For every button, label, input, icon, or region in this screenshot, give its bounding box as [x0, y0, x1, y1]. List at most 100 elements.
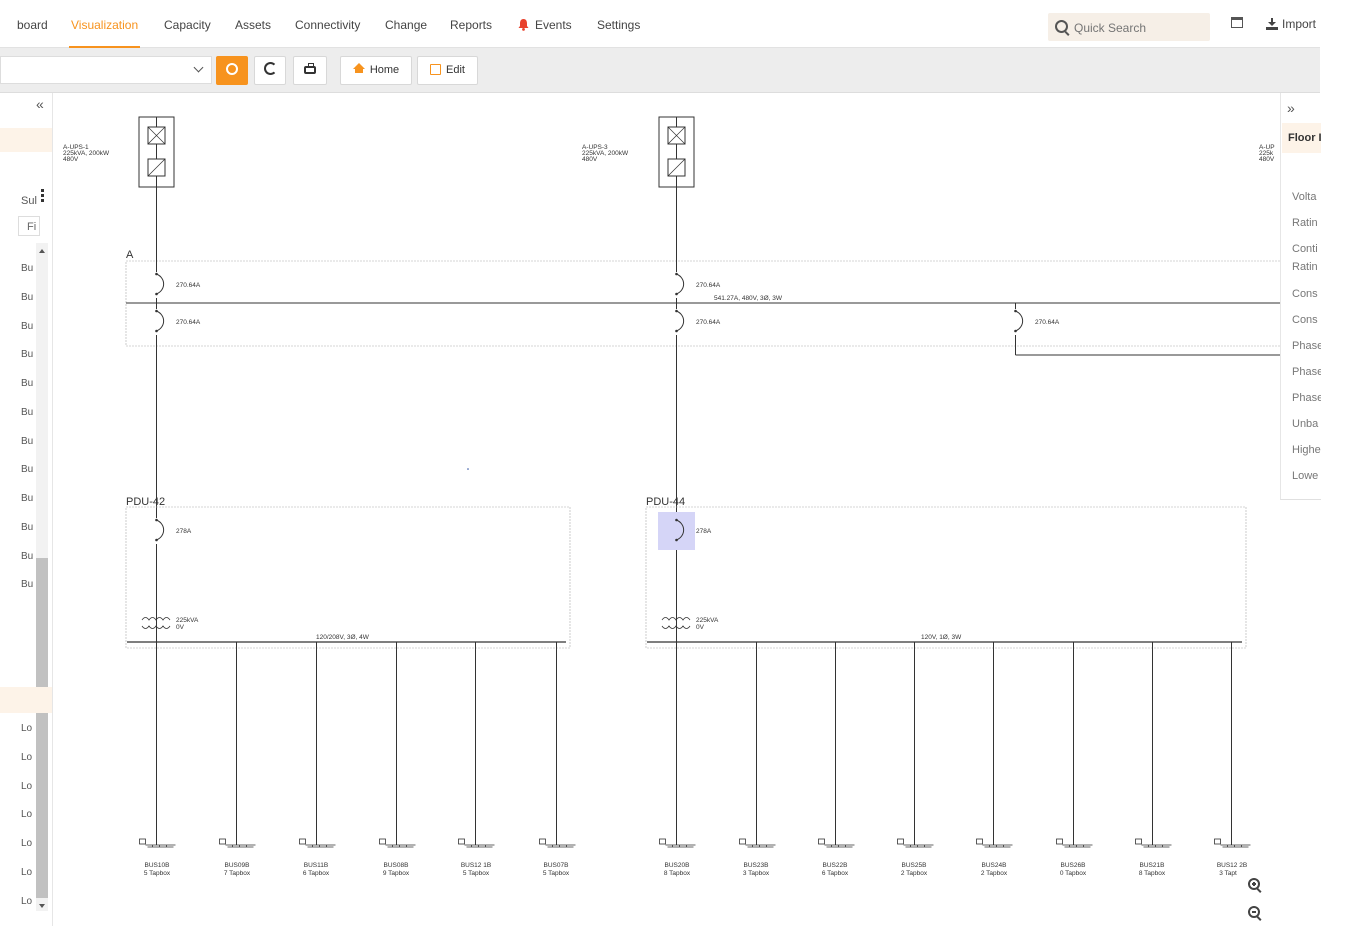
import-label: Import: [1282, 17, 1317, 31]
quick-search[interactable]: [1048, 13, 1210, 41]
bus-name: BUS23B: [744, 862, 769, 869]
list-item[interactable]: Lo: [21, 723, 32, 734]
search-icon: [1055, 20, 1068, 33]
list-item[interactable]: Lo: [21, 896, 32, 907]
ups-symbol[interactable]: [138, 116, 175, 188]
nav-settings[interactable]: Settings: [597, 18, 640, 32]
left-panel-header: [0, 128, 52, 152]
nav-reports[interactable]: Reports: [450, 18, 492, 32]
right-panel-header: Floor I: [1282, 123, 1321, 153]
zoom-in-button[interactable]: [1242, 873, 1267, 898]
list-item[interactable]: Bu: [21, 263, 33, 274]
print-button[interactable]: [293, 56, 327, 85]
list-item[interactable]: Bu: [21, 551, 33, 562]
edit-label: Edit: [446, 64, 465, 76]
bus-tapbox-count: 8 Tapbox: [664, 870, 691, 877]
bus-name: BUS25B: [902, 862, 927, 869]
breaker-symbol[interactable]: [670, 272, 685, 298]
pdu-box[interactable]: [645, 506, 1247, 649]
ups-voltage: 480V: [582, 156, 598, 163]
bus-tapbox-count: 2 Tapbox: [981, 870, 1008, 877]
bus-name: BUS20B: [665, 862, 690, 869]
nav-visualization[interactable]: Visualization: [68, 18, 141, 48]
tapbox-symbols: [139, 838, 1251, 848]
pdu-box[interactable]: [125, 506, 571, 649]
selected-highlight: [658, 512, 695, 550]
bus-tapbox-count: 6 Tapbox: [822, 870, 849, 877]
import-button[interactable]: Import: [1266, 17, 1316, 31]
left-scrollbar[interactable]: [36, 243, 48, 911]
one-line-diagram[interactable]: A-UPS-1 225kVA, 200kW 480V A-UPS-3 225kV…: [53, 93, 1280, 926]
diagram-select[interactable]: [0, 56, 212, 84]
pdu-breaker-label: 278A: [176, 528, 192, 535]
edit-button[interactable]: Edit: [417, 56, 478, 85]
top-navigation: board Visualization Capacity Assets Conn…: [0, 0, 1320, 48]
breaker-symbol[interactable]: [670, 309, 685, 335]
scrollbar-thumb[interactable]: [36, 558, 48, 898]
list-item[interactable]: Bu: [21, 579, 33, 590]
list-item[interactable]: Bu: [21, 493, 33, 504]
collapse-left-button[interactable]: «: [36, 96, 44, 112]
property-label: Ratin: [1292, 261, 1318, 273]
property-label: Highe: [1292, 444, 1321, 456]
list-item[interactable]: Lo: [21, 752, 32, 763]
filter-input[interactable]: Fi: [18, 216, 40, 236]
refresh-button[interactable]: [254, 56, 286, 85]
list-item[interactable]: Bu: [21, 378, 33, 389]
pdu-name: PDU-42: [126, 496, 165, 508]
bus-name: BUS08B: [384, 862, 409, 869]
nav-connectivity[interactable]: Connectivity: [295, 18, 360, 32]
list-item[interactable]: Bu: [21, 407, 33, 418]
scroll-up-icon[interactable]: [39, 246, 45, 253]
breaker-label: 270.64A: [696, 282, 721, 289]
list-item[interactable]: Bu: [21, 292, 33, 303]
transformer-rating: 225kVA: [176, 617, 199, 624]
bus-tapbox-count: 5 Tapbox: [543, 870, 570, 877]
scroll-down-icon[interactable]: [39, 904, 45, 911]
search-input[interactable]: [1072, 18, 1206, 38]
nav-events[interactable]: Events: [517, 18, 572, 32]
list-item[interactable]: Bu: [21, 464, 33, 475]
print-icon: [304, 63, 316, 74]
list-item[interactable]: Bu: [21, 349, 33, 360]
nav-events-label: Events: [535, 18, 572, 32]
bus-name: BUS26B: [1061, 862, 1086, 869]
pdu-bus-label: 120V, 1Ø, 3W: [921, 634, 962, 641]
zoom-out-button[interactable]: [1242, 901, 1267, 926]
ups-symbol[interactable]: [658, 116, 695, 188]
nav-dashboard[interactable]: board: [17, 18, 48, 32]
list-item[interactable]: Lo: [21, 781, 32, 792]
list-item[interactable]: Bu: [21, 522, 33, 533]
refresh-icon: [263, 62, 277, 75]
bus-name: BUS24B: [982, 862, 1007, 869]
nav-assets[interactable]: Assets: [235, 18, 271, 32]
calendar-icon[interactable]: [1231, 17, 1243, 28]
transformer-rating: 225kVA: [696, 617, 719, 624]
nav-capacity[interactable]: Capacity: [164, 18, 211, 32]
bus-tapbox-count: 6 Tapbox: [303, 870, 330, 877]
expand-right-button[interactable]: »: [1287, 100, 1295, 116]
list-item[interactable]: Lo: [21, 838, 32, 849]
bus-tapbox-count: 0 Tapbox: [1060, 870, 1087, 877]
property-label: Volta: [1292, 191, 1317, 203]
more-options-icon[interactable]: [41, 189, 44, 192]
list-item[interactable]: Bu: [21, 436, 33, 447]
bus-tapbox-count: 3 Tapbox: [743, 870, 770, 877]
bus-tapbox-count: 8 Tapbox: [1139, 870, 1166, 877]
breaker-label: 270.64A: [176, 282, 201, 289]
breaker-symbol[interactable]: [150, 518, 165, 544]
home-button[interactable]: Home: [340, 56, 412, 85]
list-item[interactable]: Lo: [21, 809, 32, 820]
nav-change[interactable]: Change: [385, 18, 427, 32]
list-item[interactable]: Lo: [21, 867, 32, 878]
pdu-name: PDU-44: [646, 496, 685, 508]
settings-button[interactable]: [216, 56, 248, 85]
list-item[interactable]: Bu: [21, 321, 33, 332]
breaker-label: 270.64A: [176, 319, 201, 326]
breaker-label: 270.64A: [1035, 319, 1060, 326]
breaker-symbol[interactable]: [1009, 309, 1024, 335]
bus-name: BUS11B: [304, 862, 328, 869]
breaker-symbol[interactable]: [150, 309, 165, 335]
breaker-symbol[interactable]: [150, 272, 165, 298]
property-label: Conti: [1292, 243, 1318, 255]
